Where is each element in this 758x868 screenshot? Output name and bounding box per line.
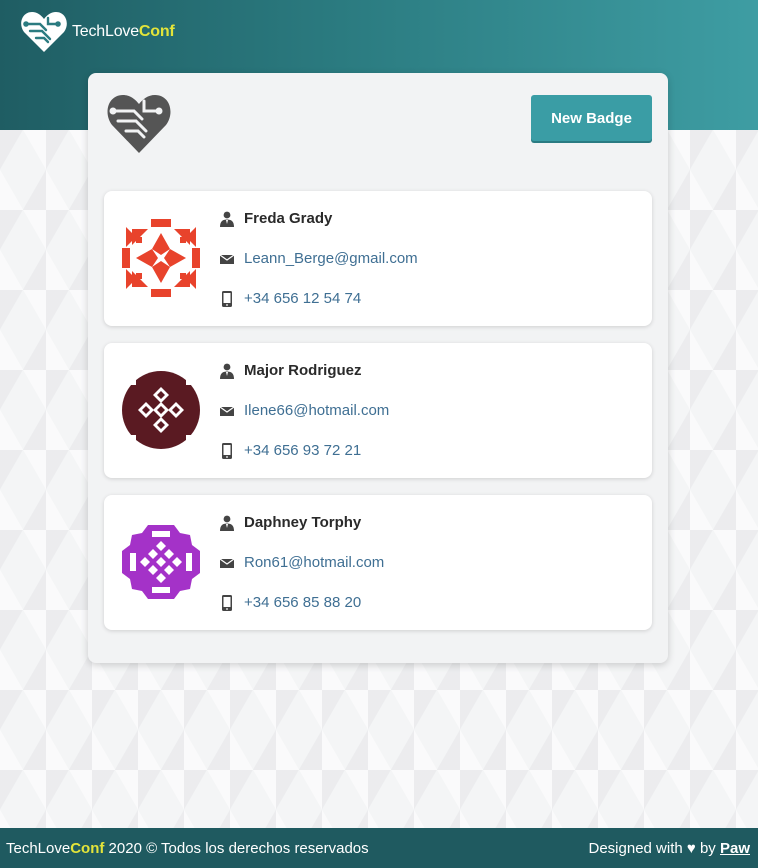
badge-name: Daphney Torphy: [244, 514, 362, 531]
envelope-icon: [220, 558, 234, 568]
avatar: [122, 371, 200, 449]
badge-email-row: Leann_Berge@gmail.com: [220, 250, 418, 267]
brand[interactable]: TechLoveConf: [20, 10, 175, 54]
footer-brand-main: TechLove: [6, 839, 71, 857]
footer-copyright: TechLoveConf 2020 © Todos los derechos r…: [6, 840, 369, 857]
badge-phone[interactable]: +34 656 93 72 21: [244, 442, 361, 459]
mobile-phone-icon: [222, 290, 232, 307]
badge-name-row: Daphney Torphy: [220, 514, 361, 531]
avatar: [122, 525, 200, 599]
heart-circuit-icon: [107, 95, 171, 153]
brand-name: TechLoveConf: [72, 23, 175, 41]
mobile-phone-icon: [222, 594, 232, 611]
badge-email-row: Ilene66@hotmail.com: [220, 402, 389, 419]
badge-phone[interactable]: +34 656 12 54 74: [244, 290, 361, 307]
badges-panel: New Badge Freda Grady Leann_Berge@gmail.…: [88, 73, 668, 663]
badge-email[interactable]: Ilene66@hotmail.com: [244, 402, 389, 419]
badge-name-row: Major Rodriguez: [220, 362, 362, 379]
badge-phone-row: +34 656 12 54 74: [220, 290, 361, 307]
new-badge-button[interactable]: New Badge: [531, 95, 652, 141]
brand-name-main: TechLove: [72, 23, 139, 40]
user-icon: [220, 211, 234, 227]
badge-email[interactable]: Leann_Berge@gmail.com: [244, 250, 418, 267]
badge-email-row: Ron61@hotmail.com: [220, 554, 384, 571]
envelope-icon: [220, 406, 234, 416]
footer-copyright-text: 2020 © Todos los derechos reservados: [104, 839, 369, 857]
badge-card[interactable]: Daphney Torphy Ron61@hotmail.com +34 656…: [104, 495, 652, 630]
heart-circuit-icon: [21, 12, 67, 52]
user-icon: [220, 363, 234, 379]
badge-name-row: Freda Grady: [220, 210, 332, 227]
footer-designed-prefix: Designed with: [588, 839, 683, 857]
footer-designed-by: by: [699, 839, 716, 857]
avatar: [122, 219, 200, 297]
footer: TechLoveConf 2020 © Todos los derechos r…: [0, 828, 758, 868]
heart-icon: ♥: [686, 839, 696, 857]
badge-email[interactable]: Ron61@hotmail.com: [244, 554, 384, 571]
badge-name: Freda Grady: [244, 210, 333, 227]
brand-name-accent: Conf: [138, 23, 175, 40]
badge-phone[interactable]: +34 656 85 88 20: [244, 594, 361, 611]
author-link[interactable]: Paw: [720, 840, 750, 857]
badge-card[interactable]: Freda Grady Leann_Berge@gmail.com +34 65…: [104, 191, 652, 326]
footer-brand-accent: Conf: [70, 839, 105, 857]
badge-phone-row: +34 656 93 72 21: [220, 442, 361, 459]
badge-list: Freda Grady Leann_Berge@gmail.com +34 65…: [104, 191, 652, 647]
mobile-phone-icon: [222, 442, 232, 459]
badge-name: Major Rodriguez: [244, 362, 362, 379]
user-icon: [220, 515, 234, 531]
envelope-icon: [220, 254, 234, 264]
badge-phone-row: +34 656 85 88 20: [220, 594, 361, 611]
badge-card[interactable]: Major Rodriguez Ilene66@hotmail.com +34 …: [104, 343, 652, 478]
footer-credits: Designed with ♥ by Paw: [589, 840, 751, 857]
